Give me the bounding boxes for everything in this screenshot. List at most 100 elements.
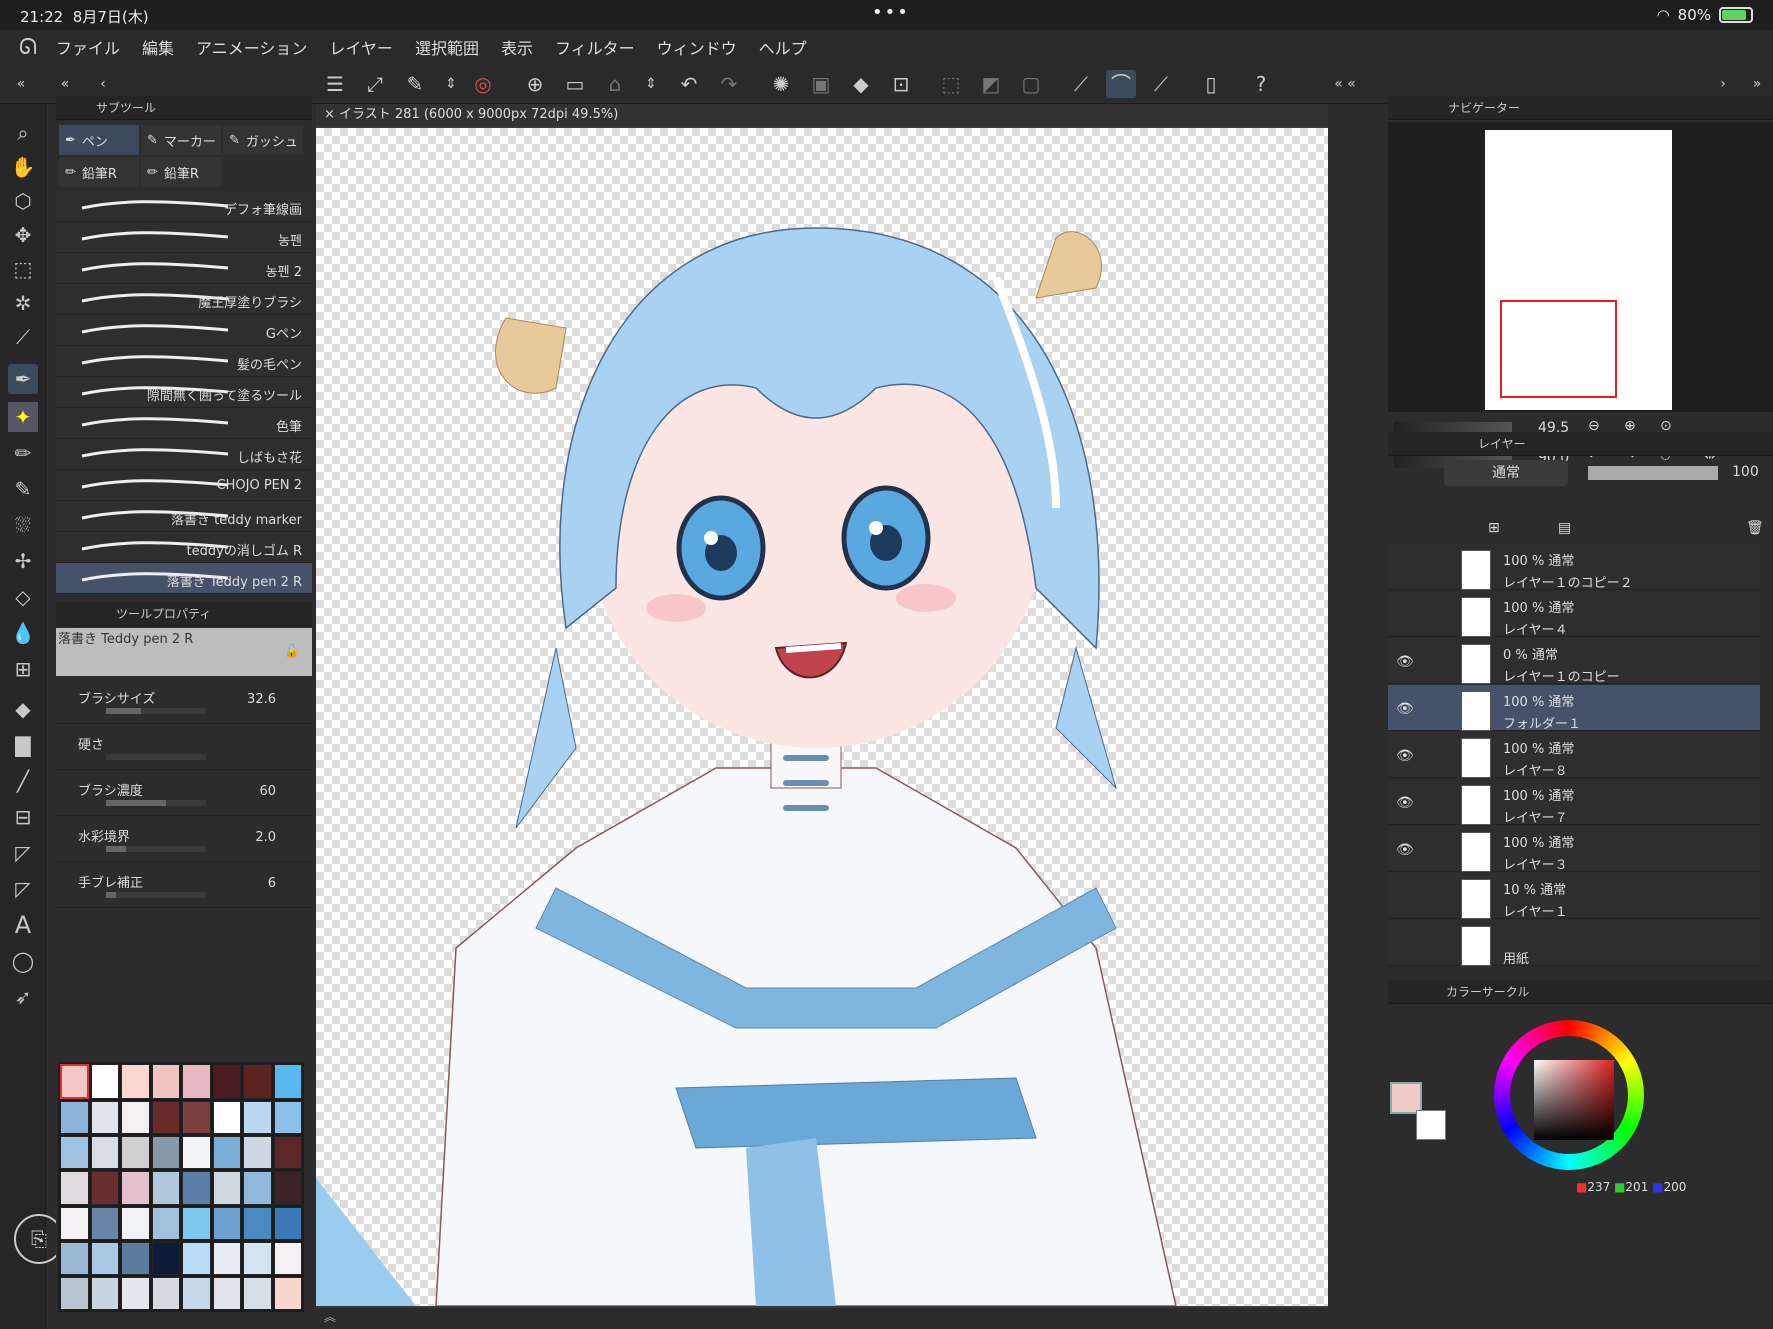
palette-swatch[interactable] (151, 1206, 180, 1240)
pen-tool-icon[interactable]: ✒ (8, 364, 38, 394)
brush-item[interactable]: 魔王厚塗りブラシ (56, 284, 312, 315)
brush-icon[interactable]: ✎ (8, 474, 38, 504)
smartphone-icon[interactable]: ▯ (1196, 70, 1226, 98)
eye-icon[interactable]: 👁 (1396, 748, 1414, 766)
property-slider[interactable] (106, 892, 206, 898)
stabilizer-icon[interactable]: ⟋ (1066, 70, 1096, 98)
property-slider[interactable] (106, 800, 206, 806)
palette-swatch[interactable] (212, 1241, 241, 1275)
text-icon[interactable]: A (8, 910, 38, 940)
new-layer-icon[interactable]: ⊞ (1488, 520, 1500, 536)
save-icon[interactable]: ⌂ (600, 70, 630, 98)
clear-icon[interactable]: ▣ (806, 70, 836, 98)
frame-icon[interactable]: ⊟ (8, 802, 38, 832)
collapse-subtool-icon[interactable]: « (50, 70, 80, 98)
layer-row[interactable]: 👁 100 % 通常 フォルダー１ (1388, 685, 1760, 732)
undo-icon[interactable]: ↶ (674, 70, 704, 98)
saturation-value-square[interactable] (1534, 1060, 1614, 1140)
palette-swatch[interactable] (182, 1241, 211, 1275)
collapse-left-icon[interactable]: « (6, 70, 36, 98)
brush-item[interactable]: CHOJO PEN 2 (56, 470, 312, 501)
hand-icon[interactable]: ✋ (8, 152, 38, 182)
palette-swatch[interactable] (182, 1136, 211, 1170)
layer-row[interactable]: 100 % 通常 レイヤー１のコピー２ (1388, 544, 1760, 591)
palette-swatch[interactable] (243, 1241, 272, 1275)
palette-swatch[interactable] (90, 1206, 119, 1240)
drawing-canvas[interactable] (316, 128, 1328, 1306)
palette-swatch[interactable] (212, 1101, 241, 1135)
property-row[interactable]: 手ブレ補正 6 (56, 862, 312, 908)
hamburger-icon[interactable]: ☰ (320, 70, 350, 98)
palette-swatch[interactable] (243, 1276, 272, 1310)
blend-icon[interactable]: 💧 (8, 618, 38, 648)
eye-icon[interactable]: 👁 (1396, 654, 1414, 672)
menu-window[interactable]: ウィンドウ (657, 35, 737, 59)
palette-swatch[interactable] (121, 1241, 150, 1275)
tab-pencil-r-1[interactable]: ✏ 鉛筆R (59, 157, 139, 187)
menu-file[interactable]: ファイル (56, 35, 120, 59)
palette-swatch[interactable] (60, 1276, 89, 1310)
ruler-icon[interactable]: ◸ (8, 838, 38, 868)
eye-hidden-icon[interactable] (1396, 560, 1414, 578)
palette-swatch[interactable] (273, 1276, 302, 1310)
palette-swatch[interactable] (182, 1206, 211, 1240)
brush-item[interactable]: 色筆 (56, 408, 312, 439)
pencil-icon[interactable]: ✏ (8, 438, 38, 468)
tab-pencil-r-2[interactable]: ✏ 鉛筆R (141, 157, 221, 187)
palette-swatch[interactable] (212, 1064, 241, 1100)
palette-swatch[interactable] (182, 1276, 211, 1310)
navigator-viewport-frame[interactable] (1500, 300, 1617, 398)
redo-icon[interactable]: ↷ (714, 70, 744, 98)
property-row[interactable]: 硬さ (56, 724, 312, 770)
palette-swatch[interactable] (121, 1101, 150, 1135)
palette-swatch[interactable] (90, 1101, 119, 1135)
deselect-icon[interactable]: ⬚ (936, 70, 966, 98)
palette-swatch[interactable] (90, 1136, 119, 1170)
layer-row[interactable]: 用紙 (1388, 920, 1760, 967)
palette-swatch[interactable] (60, 1136, 89, 1170)
palette-swatch[interactable] (121, 1206, 150, 1240)
decoration-icon[interactable]: ✢ (8, 546, 38, 576)
palette-swatch[interactable] (182, 1064, 211, 1100)
brush-item[interactable]: 落書き teddy marker (56, 501, 312, 532)
3d-object-icon[interactable]: ⬡ (8, 186, 38, 216)
document-tab[interactable]: × イラスト 281 (6000 x 9000px 72dpi 49.5%) (316, 104, 1328, 126)
new-folder-icon[interactable]: ▤ (1558, 520, 1571, 536)
eye-hidden-icon[interactable] (1396, 936, 1414, 954)
sub-color-swatch[interactable] (1416, 1110, 1446, 1140)
fill-bucket-icon[interactable]: ◆ (8, 694, 38, 724)
property-slider[interactable] (106, 754, 206, 760)
new-canvas-icon[interactable]: ⊕ (520, 70, 550, 98)
tab-pen[interactable]: ✒ ペン (59, 125, 139, 155)
palette-swatch[interactable] (243, 1136, 272, 1170)
trash-icon[interactable]: 🗑 (1746, 520, 1764, 536)
magic-wand-icon[interactable]: ✲ (8, 288, 38, 318)
property-row[interactable]: ブラシ濃度 60 (56, 770, 312, 816)
transform-icon[interactable]: ⊡ (886, 70, 916, 98)
expand-right-icon[interactable]: » (1742, 70, 1772, 98)
brush-item[interactable]: 髪の毛ペン (56, 346, 312, 377)
eye-icon[interactable]: 👁 (1396, 795, 1414, 813)
lock-icon[interactable]: 🔓 (284, 644, 300, 659)
brush-mode-icon[interactable]: ⌒ (1106, 70, 1136, 98)
invert-selection-icon[interactable]: ◩ (976, 70, 1006, 98)
palette-swatch[interactable] (212, 1276, 241, 1310)
palette-swatch[interactable] (212, 1171, 241, 1205)
palette-swatch[interactable] (273, 1136, 302, 1170)
palette-swatch[interactable] (151, 1064, 180, 1100)
palette-swatch[interactable] (273, 1171, 302, 1205)
property-slider[interactable] (106, 708, 206, 714)
eye-hidden-icon[interactable] (1396, 607, 1414, 625)
open-folder-icon[interactable]: ▭ (560, 70, 590, 98)
palette-swatch[interactable] (151, 1171, 180, 1205)
palette-swatch[interactable] (212, 1136, 241, 1170)
layer-row[interactable]: 👁 100 % 通常 レイヤー７ (1388, 779, 1760, 826)
menu-layer[interactable]: レイヤー (329, 35, 393, 59)
brush-item[interactable]: デフォ筆線画 (56, 191, 312, 222)
mesh-icon[interactable]: ⊞ (8, 654, 38, 684)
sparkle-tool-icon[interactable]: ✦ (8, 402, 38, 432)
palette-swatch[interactable] (243, 1101, 272, 1135)
layer-row[interactable]: 10 % 通常 レイヤー１ (1388, 873, 1760, 920)
palette-swatch[interactable] (90, 1276, 119, 1310)
palette-swatch[interactable] (273, 1241, 302, 1275)
